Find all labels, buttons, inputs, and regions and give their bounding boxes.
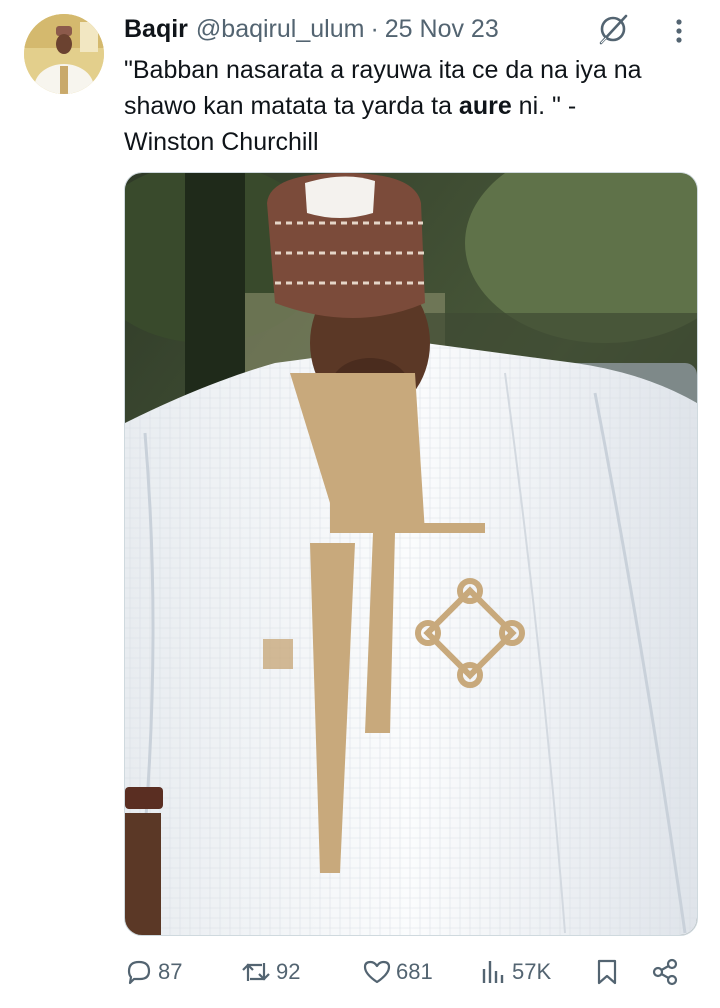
like-count: 681 xyxy=(396,959,433,984)
grok-icon[interactable] xyxy=(596,12,630,46)
views-count: 57K xyxy=(512,959,552,984)
tweet-card[interactable]: Baqir @baqirul_ulum · 25 Nov 23 "Babban … xyxy=(0,0,720,1008)
repost-button[interactable]: 92 xyxy=(240,954,300,990)
reply-count: 87 xyxy=(158,959,183,984)
action-bar: 87 92 681 57K xyxy=(124,954,696,990)
repost-icon xyxy=(242,963,270,981)
reply-button[interactable]: 87 xyxy=(124,954,182,990)
share-icon xyxy=(652,958,678,986)
tweet-attribution: Winston Churchill xyxy=(124,128,319,156)
repost-count: 92 xyxy=(276,959,301,984)
tweet-header: Baqir @baqirul_ulum · 25 Nov 23 xyxy=(124,14,499,44)
user-handle[interactable]: @baqirul_ulum xyxy=(196,15,365,44)
tweet-text-bold: aure xyxy=(458,92,512,120)
like-button[interactable]: 681 xyxy=(362,954,433,990)
views-button[interactable]: 57K xyxy=(480,954,551,990)
separator-dot: · xyxy=(370,14,379,43)
like-icon xyxy=(363,960,391,984)
share-button[interactable] xyxy=(650,954,680,990)
bookmark-button[interactable] xyxy=(594,954,620,990)
display-name[interactable]: Baqir xyxy=(124,15,188,44)
tweet-date[interactable]: 25 Nov 23 xyxy=(385,15,499,44)
tweet-text: "Babban nasarata a rayuwa ita ce da na i… xyxy=(124,52,704,160)
more-options-icon[interactable] xyxy=(668,14,690,48)
reply-icon xyxy=(127,960,151,985)
avatar[interactable] xyxy=(24,14,104,94)
bookmark-icon xyxy=(597,959,617,985)
tweet-photo[interactable] xyxy=(124,172,698,936)
views-icon xyxy=(482,961,504,983)
tweet-text-part: ni. " - xyxy=(511,92,577,120)
